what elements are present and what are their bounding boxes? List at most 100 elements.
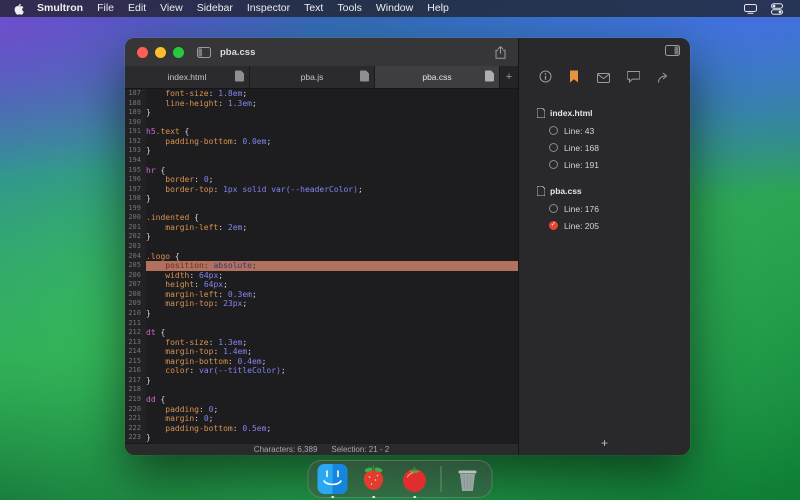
- code-line[interactable]: 219 dd {: [125, 395, 518, 405]
- close-window-button[interactable]: [137, 46, 148, 58]
- code-line[interactable]: 210}: [125, 308, 518, 319]
- bookmark-item[interactable]: Line: 191: [519, 156, 690, 173]
- menu-item-window[interactable]: Window: [369, 0, 420, 17]
- line-number: 209: [125, 299, 146, 309]
- bookmark-radio-checked[interactable]: ✓: [549, 221, 558, 230]
- minimize-window-button[interactable]: [155, 46, 166, 58]
- code-line[interactable]: 194: [125, 155, 518, 166]
- code-line-highlighted[interactable]: 205 position: absolute;: [125, 261, 518, 271]
- bookmark-item[interactable]: Line: 176: [519, 200, 690, 217]
- code-line[interactable]: 191 h5.text {: [125, 127, 518, 137]
- code-editor[interactable]: 187 font-size: 1.8em; 188 line-height: 1.…: [125, 89, 518, 443]
- menu-item-smultron[interactable]: Smultron: [30, 0, 90, 17]
- panel-toggle-icon[interactable]: [665, 43, 680, 61]
- code-line[interactable]: 199: [125, 203, 518, 214]
- code-line[interactable]: 193}: [125, 146, 518, 156]
- tab-label: index.html: [167, 72, 207, 82]
- menu-item-text[interactable]: Text: [297, 0, 330, 17]
- bookmark-radio[interactable]: [549, 143, 558, 152]
- code-line[interactable]: 207 height: 64px;: [125, 280, 518, 290]
- bookmark-item[interactable]: Line: 43: [519, 122, 690, 139]
- code-text: dt {: [146, 328, 166, 338]
- apple-menu-icon[interactable]: [10, 3, 30, 15]
- bookmark-item[interactable]: Line: 168: [519, 139, 690, 156]
- code-line[interactable]: 204 .logo {: [125, 251, 518, 262]
- bookmark-radio[interactable]: [549, 126, 558, 135]
- code-line[interactable]: 201 margin-left: 2em;: [125, 222, 518, 233]
- code-line[interactable]: 218: [125, 385, 518, 395]
- code-line[interactable]: 213 font-size: 1.3em;: [125, 337, 518, 348]
- code-line[interactable]: 223}: [125, 433, 518, 443]
- line-number: 208: [125, 289, 146, 300]
- code-line[interactable]: 190: [125, 117, 518, 128]
- code-line[interactable]: 202}: [125, 232, 518, 242]
- tab-pba-js[interactable]: pba.js: [250, 66, 375, 88]
- bookmark-icon[interactable]: [569, 70, 579, 88]
- comment-icon[interactable]: [626, 70, 641, 88]
- tab-label: pba.css: [422, 72, 452, 82]
- code-line[interactable]: 196 border: 0;: [125, 175, 518, 185]
- code-line[interactable]: 222 padding-bottom: 0.5em;: [125, 423, 518, 434]
- code-text: }: [146, 194, 151, 204]
- code-line[interactable]: 214 margin-top: 1.4em;: [125, 347, 518, 357]
- trash-dock-icon[interactable]: [453, 464, 483, 494]
- menu-item-edit[interactable]: Edit: [121, 0, 153, 17]
- bookmark-radio[interactable]: [549, 160, 558, 169]
- code-line[interactable]: 200 .indented {: [125, 213, 518, 223]
- menu-item-view[interactable]: View: [153, 0, 190, 17]
- window-titlebar[interactable]: pba.css: [125, 38, 518, 66]
- sidebar-toggle-icon[interactable]: [197, 46, 211, 58]
- info-icon[interactable]: [539, 70, 552, 88]
- code-line[interactable]: 206 width: 64px;: [125, 270, 518, 281]
- code-text: }: [146, 375, 151, 385]
- code-line[interactable]: 212 dt {: [125, 328, 518, 338]
- code-line[interactable]: 198}: [125, 194, 518, 204]
- tab-pba-css[interactable]: pba.css: [375, 66, 500, 88]
- code-line[interactable]: 208 margin-left: 0.3em;: [125, 289, 518, 300]
- menu-item-file[interactable]: File: [90, 0, 121, 17]
- code-line[interactable]: 197 border-top: 1px solid var(--headerCo…: [125, 184, 518, 195]
- screen-mirroring-icon[interactable]: [737, 3, 764, 14]
- code-text: padding-bottom: 0.5em;: [146, 423, 272, 433]
- code-line[interactable]: 217}: [125, 375, 518, 386]
- new-tab-button[interactable]: +: [500, 66, 518, 88]
- smultron-dock-icon[interactable]: [359, 464, 389, 498]
- menu-item-help[interactable]: Help: [420, 0, 456, 17]
- code-text: font-size: 1.8em;: [146, 89, 248, 98]
- zoom-window-button[interactable]: [173, 46, 184, 58]
- share-arrow-icon[interactable]: [657, 70, 670, 88]
- code-line[interactable]: 188 line-height: 1.3em;: [125, 98, 518, 109]
- tomato-dock-icon[interactable]: [400, 464, 430, 498]
- finder-dock-icon[interactable]: [317, 464, 348, 498]
- bookmark-radio[interactable]: [549, 204, 558, 213]
- menu-item-inspector[interactable]: Inspector: [240, 0, 297, 17]
- status-bar: Characters: 6,389 Selection: 21 - 2: [125, 443, 518, 455]
- code-line[interactable]: 203: [125, 242, 518, 252]
- code-line[interactable]: 211: [125, 318, 518, 329]
- code-text: position: absolute;: [146, 261, 518, 271]
- code-line[interactable]: 189}: [125, 108, 518, 118]
- code-line[interactable]: 195 hr {: [125, 165, 518, 176]
- code-line[interactable]: 215 margin-bottom: 0.4em;: [125, 356, 518, 367]
- add-bookmark-button[interactable]: +: [519, 431, 690, 455]
- menu-item-sidebar[interactable]: Sidebar: [190, 0, 240, 17]
- code-line[interactable]: 187 font-size: 1.8em;: [125, 89, 518, 99]
- tab-bar: index.html pba.js pba.css +: [125, 66, 518, 89]
- bookmark-item[interactable]: ✓ Line: 205: [519, 217, 690, 234]
- code-line[interactable]: 192 padding-bottom: 0.0em;: [125, 136, 518, 147]
- line-number: 214: [125, 347, 146, 357]
- menu-item-tools[interactable]: Tools: [330, 0, 369, 17]
- code-line[interactable]: 209 margin-top: 23px;: [125, 299, 518, 309]
- control-center-icon[interactable]: [764, 2, 790, 15]
- share-icon[interactable]: [495, 45, 506, 59]
- tab-index-html[interactable]: index.html: [125, 66, 250, 88]
- envelope-icon[interactable]: [596, 70, 610, 88]
- code-line[interactable]: 221 margin: 0;: [125, 414, 518, 424]
- code-line[interactable]: 216 color: var(--titleColor);: [125, 366, 518, 376]
- code-line[interactable]: 220 padding: 0;: [125, 404, 518, 415]
- code-text: border: 0;: [146, 175, 214, 185]
